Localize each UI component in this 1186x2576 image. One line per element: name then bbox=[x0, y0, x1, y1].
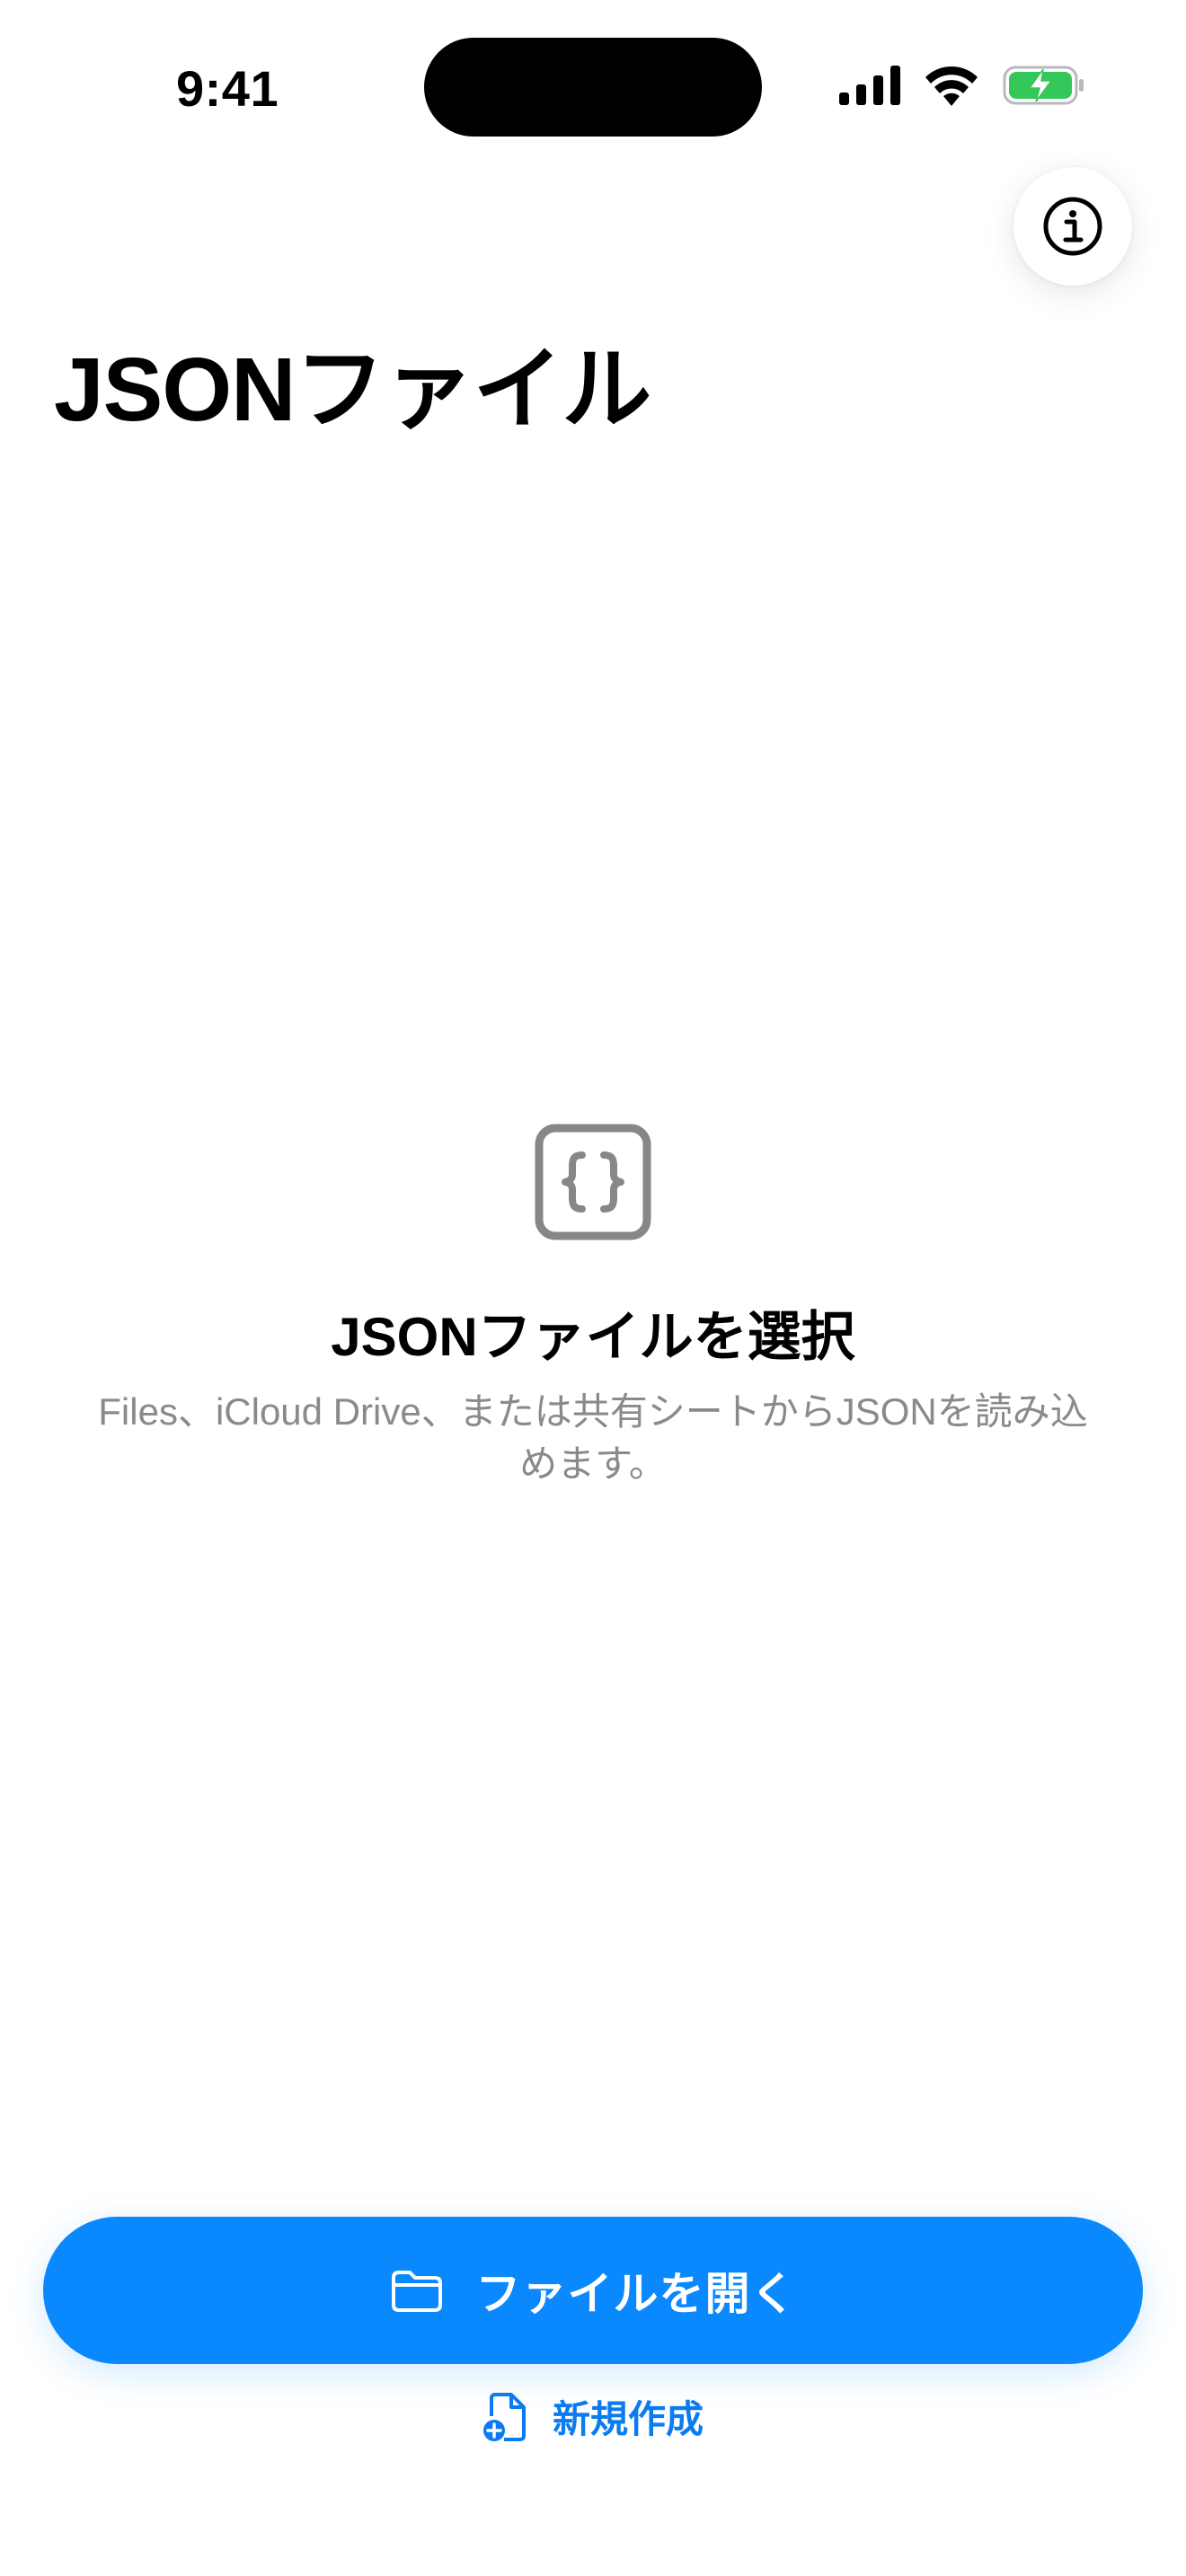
new-document-button[interactable]: 新規作成 bbox=[0, 2389, 1186, 2444]
battery-charging-icon bbox=[1003, 66, 1084, 105]
info-circle-icon bbox=[1043, 197, 1102, 256]
wifi-icon bbox=[925, 66, 978, 106]
page-title: JSONファイル bbox=[54, 340, 651, 440]
status-icons bbox=[839, 65, 1085, 106]
new-document-icon bbox=[482, 2392, 526, 2441]
info-button[interactable] bbox=[1013, 167, 1132, 286]
curly-braces-icon bbox=[535, 1124, 651, 1240]
cellular-signal-icon bbox=[839, 66, 900, 105]
open-file-button[interactable]: ファイルを開く bbox=[43, 2217, 1143, 2364]
folder-icon bbox=[391, 2271, 442, 2312]
empty-state: JSONファイルを選択 Files、iCloud Drive、または共有シートか… bbox=[0, 1123, 1186, 1490]
open-file-button-label: ファイルを開く bbox=[475, 2269, 797, 2319]
new-document-label: 新規作成 bbox=[552, 2398, 704, 2440]
screen: 9:41 JSONファイル JSONファイルを選択 Files、iCloud D… bbox=[0, 0, 1186, 2576]
empty-state-title: JSONファイルを選択 bbox=[331, 1307, 855, 1367]
dynamic-island bbox=[424, 38, 762, 137]
status-time: 9:41 bbox=[176, 60, 279, 117]
empty-state-description: Files、iCloud Drive、または共有シートからJSONを読み込めます… bbox=[98, 1390, 1088, 1485]
